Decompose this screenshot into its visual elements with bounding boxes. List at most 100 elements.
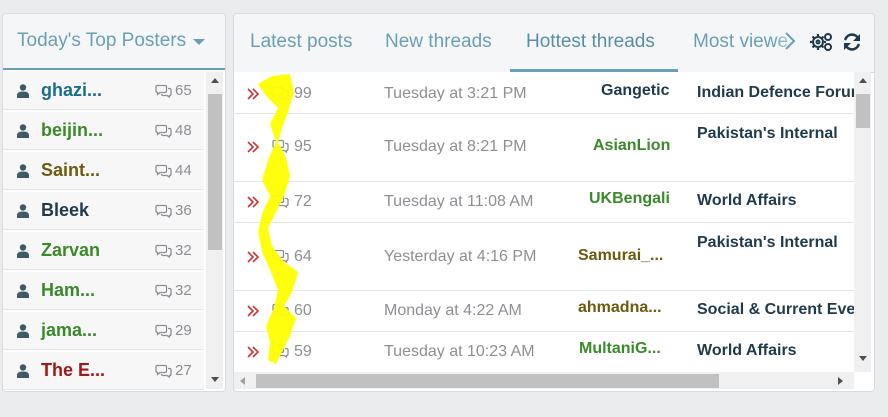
top-posters-panel: Today's Top Posters ghazi... 65 beijin... 4…	[2, 13, 226, 392]
messages-icon	[155, 324, 172, 339]
poster-message-count: 48	[175, 122, 192, 139]
thread-last-poster[interactable]: UKBengali	[589, 190, 670, 208]
user-icon	[17, 204, 29, 218]
thread-timestamp: Monday at 4:22 AM	[384, 302, 522, 319]
thread-forum-link[interactable]: Social & Current Events	[697, 301, 854, 319]
thread-row[interactable]: 72 Tuesday at 11:08 AM UKBengali World Affa…	[234, 182, 854, 223]
thread-row[interactable]: 99 Tuesday at 3:21 PM Gangetic Indian Defen…	[234, 72, 854, 114]
poster-name[interactable]: ghazi...	[41, 80, 102, 101]
thread-reply-count: 59	[294, 343, 312, 360]
poster-row[interactable]: jama... 29	[3, 312, 204, 350]
scroll-down-arrow[interactable]	[859, 356, 867, 361]
messages-icon	[155, 364, 172, 379]
double-chevron-right-icon[interactable]	[246, 345, 260, 359]
thread-timestamp: Yesterday at 4:16 PM	[384, 248, 537, 265]
thread-row[interactable]: 95 Tuesday at 8:21 PM AsianLion Pakistan's …	[234, 114, 854, 182]
thread-timestamp: Tuesday at 10:23 AM	[384, 343, 535, 360]
thread-row[interactable]: 60 Monday at 4:22 AM ahmadna... Social & Cu…	[234, 291, 854, 332]
poster-name[interactable]: Zarvan	[41, 240, 100, 261]
double-chevron-right-icon[interactable]	[246, 304, 260, 318]
user-icon	[17, 84, 29, 98]
poster-message-count: 44	[175, 162, 192, 179]
refresh-icon[interactable]	[841, 31, 863, 53]
poster-name[interactable]: The E...	[41, 360, 105, 381]
chevron-right-icon[interactable]	[783, 30, 797, 52]
thread-reply-count: 95	[294, 138, 312, 155]
scrollbar-thumb[interactable]	[208, 94, 222, 250]
tab-new-threads[interactable]: New threads	[385, 31, 492, 53]
messages-icon	[272, 194, 289, 209]
poster-row[interactable]: ghazi... 65	[3, 72, 204, 110]
scroll-up-arrow[interactable]	[211, 78, 219, 83]
poster-name[interactable]: Saint...	[41, 160, 100, 181]
thread-timestamp: Tuesday at 11:08 AM	[384, 193, 534, 210]
poster-message-count: 65	[175, 82, 192, 99]
top-posters-scrollbar[interactable]	[206, 72, 223, 389]
poster-message-count: 32	[175, 282, 192, 299]
thread-last-poster[interactable]: MultaniG...	[579, 340, 661, 358]
poster-name[interactable]: beijin...	[41, 120, 103, 141]
user-icon	[17, 124, 29, 138]
thread-forum-link[interactable]: World Affairs	[697, 342, 854, 360]
double-chevron-right-icon[interactable]	[246, 87, 260, 101]
messages-icon	[272, 139, 289, 154]
thread-timestamp: Tuesday at 3:21 PM	[384, 85, 527, 102]
messages-icon	[155, 204, 172, 219]
poster-row[interactable]: Bleek 36	[3, 192, 204, 230]
user-icon	[17, 164, 29, 178]
messages-icon	[272, 303, 289, 318]
poster-message-count: 29	[175, 322, 192, 339]
thread-forum-link[interactable]: Pakistan's Internal	[697, 125, 854, 143]
scrollbar-thumb[interactable]	[256, 374, 719, 388]
scrollbar-thumb[interactable]	[856, 94, 870, 128]
scroll-down-arrow[interactable]	[211, 377, 219, 382]
double-chevron-right-icon[interactable]	[246, 195, 260, 209]
poster-row[interactable]: Zarvan 32	[3, 232, 204, 270]
poster-row[interactable]: beijin... 48	[3, 112, 204, 150]
thread-last-poster[interactable]: Gangetic	[601, 82, 669, 100]
messages-icon	[272, 344, 289, 359]
messages-icon	[155, 84, 172, 99]
messages-icon	[155, 284, 172, 299]
thread-tabs: Latest posts New threads Hottest threads…	[234, 14, 874, 73]
thread-forum-link[interactable]: Indian Defence Forum	[697, 84, 854, 102]
poster-name[interactable]: jama...	[41, 320, 97, 341]
caret-down-icon	[193, 39, 206, 45]
user-icon	[17, 244, 29, 258]
top-posters-header[interactable]: Today's Top Posters	[3, 14, 225, 70]
tab-latest-posts[interactable]: Latest posts	[250, 31, 352, 53]
messages-icon	[155, 244, 172, 259]
messages-icon	[155, 164, 172, 179]
thread-forum-link[interactable]: Pakistan's Internal	[697, 234, 854, 252]
thread-last-poster[interactable]: Samurai_...	[578, 247, 663, 265]
user-icon	[17, 324, 29, 338]
thread-last-poster[interactable]: AsianLion	[593, 137, 670, 155]
poster-row[interactable]: Saint... 44	[3, 152, 204, 190]
poster-name[interactable]: Ham...	[41, 280, 95, 301]
double-chevron-right-icon[interactable]	[246, 140, 260, 154]
scroll-up-arrow[interactable]	[859, 78, 867, 83]
thread-forum-link[interactable]: World Affairs	[697, 192, 854, 210]
double-chevron-right-icon[interactable]	[246, 250, 260, 264]
messages-icon	[272, 249, 289, 264]
scroll-left-arrow[interactable]	[240, 377, 245, 385]
thread-reply-count: 99	[294, 85, 312, 102]
poster-name[interactable]: Bleek	[41, 200, 89, 221]
tab-hottest-threads[interactable]: Hottest threads	[526, 31, 655, 53]
thread-reply-count: 72	[294, 193, 312, 210]
poster-message-count: 27	[175, 362, 192, 379]
thread-reply-count: 60	[294, 302, 312, 319]
top-posters-title: Today's Top Posters	[17, 30, 187, 51]
thread-last-poster[interactable]: ahmadna...	[578, 299, 662, 317]
poster-row[interactable]: Ham... 32	[3, 272, 204, 310]
poster-row[interactable]: The E... 27	[3, 352, 204, 390]
gears-icon[interactable]	[809, 31, 833, 53]
user-icon	[17, 364, 29, 378]
thread-row[interactable]: 64 Yesterday at 4:16 PM Samurai_... Pakista…	[234, 223, 854, 291]
messages-icon	[272, 86, 289, 101]
user-icon	[17, 284, 29, 298]
threads-horizontal-scrollbar[interactable]	[234, 372, 854, 389]
scroll-right-arrow[interactable]	[838, 377, 843, 385]
threads-vertical-scrollbar[interactable]	[854, 72, 871, 372]
thread-row[interactable]: 59 Tuesday at 10:23 AM MultaniG... World Af…	[234, 332, 854, 373]
